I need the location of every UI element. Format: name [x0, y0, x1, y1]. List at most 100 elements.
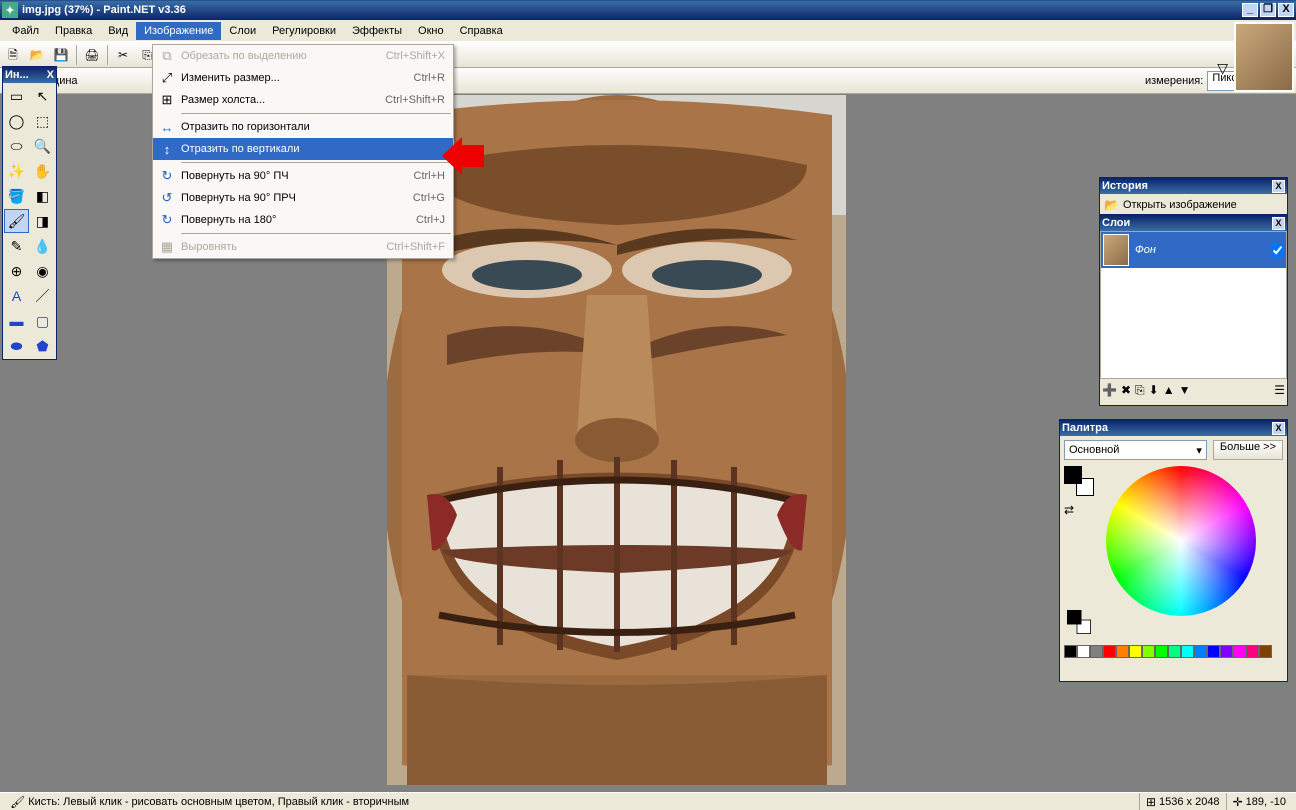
more-button[interactable]: Больше >>: [1213, 440, 1283, 460]
menu-flip-v[interactable]: ↕Отразить по вертикали: [153, 138, 453, 160]
menu-flip-h[interactable]: ↔Отразить по горизонтали: [153, 116, 453, 138]
palette-cell[interactable]: [1259, 645, 1272, 658]
palette-cell[interactable]: [1116, 645, 1129, 658]
callout-arrow-icon: [442, 137, 484, 175]
tool-pencil[interactable]: ✎: [4, 234, 29, 258]
tool-text[interactable]: A: [4, 284, 29, 308]
history-panel: ИсторияX 📂Открыть изображение: [1099, 177, 1288, 217]
menu-flatten[interactable]: ▦ВыровнятьCtrl+Shift+F: [153, 236, 453, 258]
canvas-image[interactable]: [387, 95, 846, 785]
dup-layer-button[interactable]: ⎘: [1135, 384, 1145, 396]
menu-effects[interactable]: Эффекты: [344, 22, 410, 40]
print-button[interactable]: 🖨: [81, 44, 103, 66]
palette-close-button[interactable]: X: [1272, 422, 1285, 435]
layers-close-button[interactable]: X: [1272, 217, 1285, 230]
menu-image[interactable]: Изображение: [136, 22, 221, 40]
palette-cell[interactable]: [1233, 645, 1246, 658]
palette-cell[interactable]: [1194, 645, 1207, 658]
props-button[interactable]: ☰: [1274, 384, 1285, 396]
tool-freeform[interactable]: ⬟: [30, 334, 55, 358]
tool-move-selection[interactable]: ⬚: [30, 109, 55, 133]
tool-recolor[interactable]: ◉: [30, 259, 55, 283]
tool-brush[interactable]: 🖌: [4, 209, 29, 233]
maximize-button[interactable]: ❐: [1260, 3, 1276, 17]
palette-header[interactable]: ПалитраX: [1060, 420, 1287, 436]
tool-picker[interactable]: 💧: [30, 234, 55, 258]
tool-line[interactable]: ／: [30, 284, 55, 308]
layers-panel: СлоиX Фон ➕ ✖ ⎘ ⬇ ▲ ▼ ☰: [1099, 214, 1288, 406]
tool-move[interactable]: ↖: [30, 84, 55, 108]
tool-eraser[interactable]: ◨: [30, 209, 55, 233]
flip-h-icon: ↔: [153, 120, 181, 135]
color-mode-select[interactable]: Основной▾: [1064, 440, 1207, 460]
menu-resize[interactable]: ⤢Изменить размер...Ctrl+R: [153, 67, 453, 89]
tool-ellipse-select[interactable]: ⬭: [4, 134, 29, 158]
menu-canvas-size[interactable]: ⊞Размер холста...Ctrl+Shift+R: [153, 89, 453, 111]
menu-rotate-180[interactable]: ↻Повернуть на 180°Ctrl+J: [153, 209, 453, 231]
open-button[interactable]: 📂: [26, 44, 48, 66]
tool-wand[interactable]: ✨: [4, 159, 29, 183]
tool-ellipse[interactable]: ⬬: [4, 334, 29, 358]
tool-gradient[interactable]: ◧: [30, 184, 55, 208]
menu-view[interactable]: Вид: [100, 22, 136, 40]
palette-cell[interactable]: [1142, 645, 1155, 658]
document-thumbnail[interactable]: [1234, 22, 1294, 92]
menu-window[interactable]: Окно: [410, 22, 452, 40]
copy-icon: ⎘: [142, 49, 152, 61]
menu-help[interactable]: Справка: [452, 22, 511, 40]
close-button[interactable]: X: [1278, 3, 1294, 17]
tool-fill[interactable]: 🪣: [4, 184, 29, 208]
tool-lasso[interactable]: ◯: [4, 109, 29, 133]
up-button[interactable]: ▲: [1163, 384, 1175, 396]
delete-layer-button[interactable]: ✖: [1121, 384, 1131, 396]
menu-adjustments[interactable]: Регулировки: [264, 22, 344, 40]
tool-pan[interactable]: ✋: [30, 159, 55, 183]
status-pos: ✛189, -10: [1226, 793, 1292, 810]
cut-button[interactable]: ✂: [112, 44, 134, 66]
menu-layers[interactable]: Слои: [221, 22, 264, 40]
palette-cell[interactable]: [1246, 645, 1259, 658]
menu-edit[interactable]: Правка: [47, 22, 100, 40]
tool-roundrect[interactable]: ▢: [30, 309, 55, 333]
menu-crop[interactable]: ⧉Обрезать по выделениюCtrl+Shift+X: [153, 45, 453, 67]
minimize-button[interactable]: _: [1242, 3, 1258, 17]
palette-cell[interactable]: [1155, 645, 1168, 658]
history-item[interactable]: 📂Открыть изображение: [1102, 196, 1285, 214]
swap-icon[interactable]: ⇄: [1064, 504, 1074, 516]
palette-cell[interactable]: [1129, 645, 1142, 658]
mini-fg[interactable]: [1067, 610, 1081, 624]
tool-clone[interactable]: ⊕: [4, 259, 29, 283]
palette-cell[interactable]: [1103, 645, 1116, 658]
menu-rotate-cw[interactable]: ↻Повернуть на 90° ПЧCtrl+H: [153, 165, 453, 187]
layers-list: Фон: [1100, 231, 1287, 379]
menu-rotate-ccw[interactable]: ↺Повернуть на 90° ПРЧCtrl+G: [153, 187, 453, 209]
tools-panel-header[interactable]: Ин... X: [3, 67, 56, 83]
fgbg-swatches[interactable]: [1064, 466, 1094, 496]
palette-cell[interactable]: [1077, 645, 1090, 658]
tool-zoom[interactable]: 🔍: [30, 134, 55, 158]
fg-swatch[interactable]: [1064, 466, 1082, 484]
history-close-button[interactable]: X: [1272, 180, 1285, 193]
layers-header[interactable]: СлоиX: [1100, 215, 1287, 231]
palette-cell[interactable]: [1181, 645, 1194, 658]
tool-rect-select[interactable]: ▭: [4, 84, 29, 108]
palette-cell[interactable]: [1207, 645, 1220, 658]
palette-cell[interactable]: [1220, 645, 1233, 658]
status-hint: 🖌Кисть: Левый клик - рисовать основным ц…: [4, 793, 1139, 810]
palette-cell[interactable]: [1090, 645, 1103, 658]
palette-cell[interactable]: [1064, 645, 1077, 658]
down-button[interactable]: ▼: [1179, 384, 1191, 396]
color-wheel[interactable]: [1106, 466, 1256, 616]
tool-rect[interactable]: ▬: [4, 309, 29, 333]
history-header[interactable]: ИсторияX: [1100, 178, 1287, 194]
menu-file[interactable]: Файл: [4, 22, 47, 40]
thumbnail-dropdown-icon[interactable]: ▽: [1217, 60, 1228, 77]
new-button[interactable]: 🗎: [2, 44, 24, 66]
add-layer-button[interactable]: ➕: [1102, 384, 1117, 396]
save-button[interactable]: 💾: [50, 44, 72, 66]
palette-cell[interactable]: [1168, 645, 1181, 658]
merge-button[interactable]: ⬇: [1149, 384, 1159, 396]
layer-visible-checkbox[interactable]: [1271, 244, 1284, 257]
layer-row[interactable]: Фон: [1101, 232, 1286, 268]
tools-close-button[interactable]: X: [47, 69, 54, 81]
